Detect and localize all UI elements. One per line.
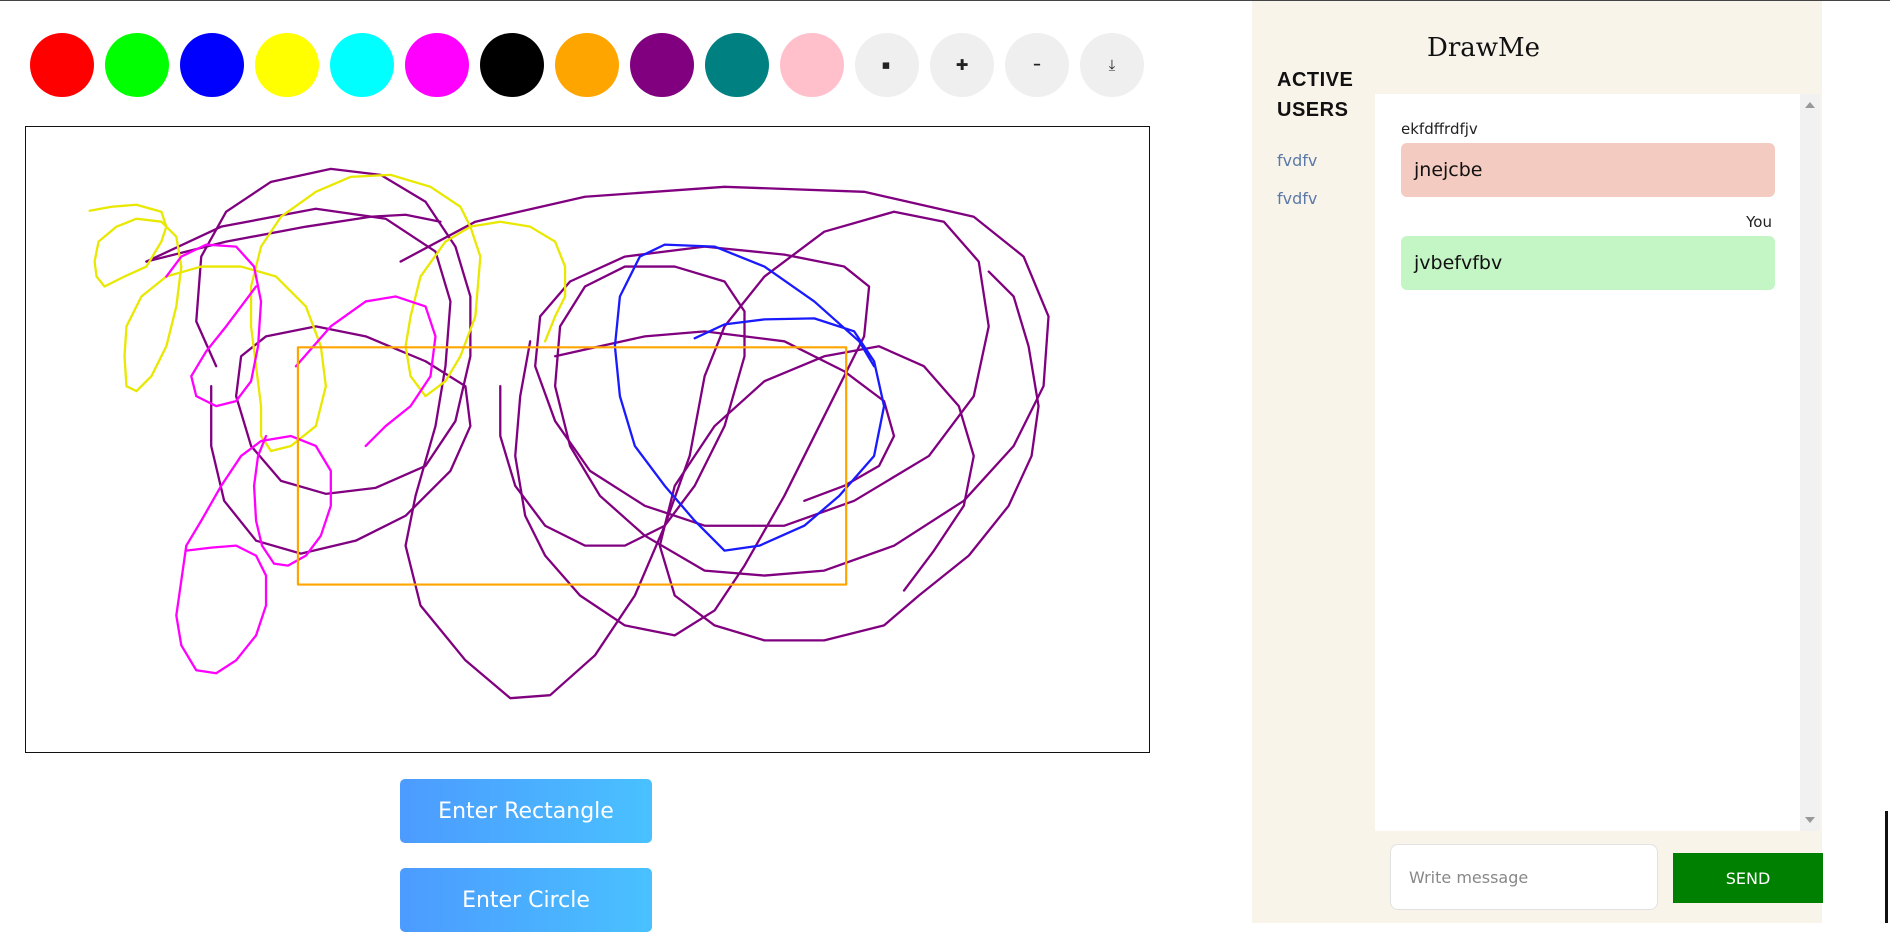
scroll-down-icon[interactable]	[1805, 817, 1815, 823]
zoom-in-icon: ✚	[955, 56, 969, 74]
send-button[interactable]: SEND	[1673, 853, 1823, 903]
stroke-purple	[399, 185, 1050, 577]
user-item[interactable]: fvdfv	[1277, 189, 1317, 208]
download-icon: ⤓	[1108, 56, 1116, 74]
color-swatch-magenta[interactable]	[405, 33, 469, 97]
enter-rectangle-button[interactable]: Enter Rectangle	[400, 779, 652, 843]
stroke-purple	[145, 207, 990, 700]
stroke-purple	[195, 167, 472, 555]
zoom-out-button[interactable]: ━	[1005, 33, 1069, 97]
active-users-title: ACTIVE USERS	[1277, 69, 1354, 121]
stroke-purple	[145, 213, 442, 263]
zoom-out-icon: ━	[1033, 59, 1041, 71]
color-swatch-red[interactable]	[30, 33, 94, 97]
eraser-button[interactable]: ◆	[855, 33, 919, 97]
color-swatch-purple[interactable]	[630, 33, 694, 97]
message-bubble-sent: jvbefvfbv	[1401, 236, 1775, 290]
chat-panel: DrawMe ekfdffrdfjv jnejcbe You jvbefvfbv…	[1375, 1, 1823, 923]
message-sender: ekfdffrdfjv	[1401, 120, 1478, 138]
user-item[interactable]: fvdfv	[1277, 151, 1317, 170]
download-button[interactable]: ⤓	[1080, 33, 1144, 97]
chat-scrollbar[interactable]	[1800, 94, 1820, 831]
app-title: DrawMe	[1427, 33, 1541, 63]
scroll-up-icon[interactable]	[1805, 102, 1815, 108]
zoom-in-button[interactable]: ✚	[930, 33, 994, 97]
color-swatch-cyan[interactable]	[330, 33, 394, 97]
eraser-icon: ◆	[878, 56, 896, 74]
active-users-panel: ACTIVE USERS fvdfv fvdfv	[1252, 1, 1375, 923]
drawing-canvas[interactable]	[25, 126, 1150, 753]
color-swatch-teal[interactable]	[705, 33, 769, 97]
stroke-magenta	[175, 544, 268, 675]
stroke-magenta	[185, 434, 332, 567]
window-edge	[1885, 811, 1888, 923]
stroke-yellow	[88, 173, 567, 453]
color-swatch-pink[interactable]	[780, 33, 844, 97]
drawing-surface	[88, 167, 1050, 700]
message-sender: You	[1746, 213, 1772, 231]
color-swatch-orange[interactable]	[555, 33, 619, 97]
message-bubble-received: jnejcbe	[1401, 143, 1775, 197]
color-swatch-yellow[interactable]	[255, 33, 319, 97]
color-swatch-green[interactable]	[105, 33, 169, 97]
chat-messages[interactable]: ekfdffrdfjv jnejcbe You jvbefvfbv	[1375, 94, 1800, 831]
color-swatch-blue[interactable]	[180, 33, 244, 97]
message-input[interactable]	[1390, 844, 1658, 910]
color-swatch-black[interactable]	[480, 33, 544, 97]
enter-circle-button[interactable]: Enter Circle	[400, 868, 652, 932]
